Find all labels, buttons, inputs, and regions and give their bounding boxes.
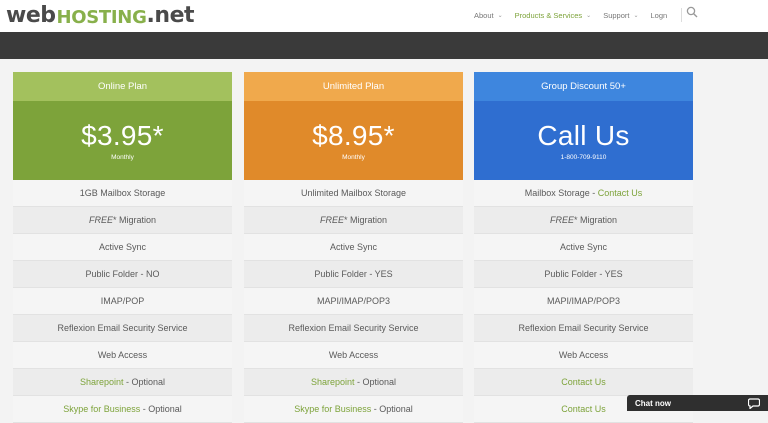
chat-now-button[interactable]: Chat now <box>627 395 768 411</box>
plan-price-box: $8.95* Monthly <box>244 101 463 180</box>
feature-skype: Skype for Business - Optional <box>244 396 463 423</box>
feature-reflexion: Reflexion Email Security Service <box>244 315 463 342</box>
feature-web-access: Web Access <box>13 342 232 369</box>
nav-login[interactable]: Logn <box>651 11 668 20</box>
plan-title: Group Discount 50+ <box>474 72 693 101</box>
logo[interactable]: web HOSTING .net <box>6 2 195 28</box>
nav-support[interactable]: Support ⌄ <box>603 11 638 20</box>
nav-divider <box>681 8 683 22</box>
chat-label: Chat now <box>635 398 671 408</box>
nav-label: Logn <box>650 10 668 20</box>
feature-reflexion: Reflexion Email Security Service <box>13 315 232 342</box>
feature-public-folder: Public Folder - NO <box>13 261 232 288</box>
feature-storage: 1GB Mailbox Storage <box>13 180 232 207</box>
skype-link[interactable]: Skype for Business <box>63 404 140 414</box>
feature-active-sync: Active Sync <box>474 234 693 261</box>
chat-bubble-icon <box>748 397 760 409</box>
chevron-down-icon: ⌄ <box>633 12 639 19</box>
feature-migration: FREE* Migration <box>244 207 463 234</box>
feature-active-sync: Active Sync <box>244 234 463 261</box>
feature-list: Mailbox Storage - Contact Us FREE* Migra… <box>474 180 693 423</box>
logo-web: web <box>6 3 56 28</box>
migration-text: * Migration <box>343 215 388 225</box>
optional-text: - Optional <box>354 377 397 387</box>
feature-web-access: Web Access <box>244 342 463 369</box>
plan-phone: 1-800-709-9110 <box>560 154 607 161</box>
chevron-down-icon: ⌄ <box>586 12 592 19</box>
sharepoint-link[interactable]: Sharepoint <box>80 377 124 387</box>
free-text: FREE <box>549 215 574 225</box>
plan-price-box: Call Us 1-800-709-9110 <box>474 101 693 180</box>
top-bar: web HOSTING .net About ⌄ Products & Servi… <box>0 0 768 32</box>
feature-sharepoint: Sharepoint - Optional <box>244 369 463 396</box>
plan-group-discount: Group Discount 50+ Call Us 1-800-709-911… <box>474 72 693 423</box>
plan-billing: Monthly <box>342 154 365 161</box>
plan-price: $8.95* <box>312 120 395 151</box>
feature-migration: FREE* Migration <box>474 207 693 234</box>
feature-public-folder: Public Folder - YES <box>474 261 693 288</box>
header-band <box>0 32 768 59</box>
contact-us-link[interactable]: Contact Us <box>561 404 606 414</box>
nav-label: Products & Services <box>514 10 583 20</box>
plan-unlimited: Unlimited Plan $8.95* Monthly Unlimited … <box>244 72 463 423</box>
feature-list: 1GB Mailbox Storage FREE* Migration Acti… <box>13 180 232 423</box>
logo-net: .net <box>146 3 195 28</box>
feature-list: Unlimited Mailbox Storage FREE* Migratio… <box>244 180 463 423</box>
plan-title: Unlimited Plan <box>244 72 463 101</box>
nav-label: Support <box>603 10 630 20</box>
feature-storage: Unlimited Mailbox Storage <box>244 180 463 207</box>
storage-text: Mailbox Storage - <box>524 188 598 198</box>
contact-us-link[interactable]: Contact Us <box>561 377 606 387</box>
free-text: FREE <box>319 215 344 225</box>
optional-text: - Optional <box>140 404 182 414</box>
nav-about[interactable]: About ⌄ <box>474 11 503 20</box>
chevron-down-icon: ⌄ <box>497 12 503 19</box>
feature-protocols: MAPI/IMAP/POP3 <box>474 288 693 315</box>
plan-billing: Monthly <box>111 154 134 161</box>
migration-text: * Migration <box>112 215 157 225</box>
migration-text: * Migration <box>573 215 618 225</box>
contact-us-link[interactable]: Contact Us <box>598 188 643 198</box>
nav-label: About <box>474 10 494 20</box>
feature-active-sync: Active Sync <box>13 234 232 261</box>
search-icon[interactable] <box>686 6 698 18</box>
plan-price: Call Us <box>537 120 630 151</box>
feature-public-folder: Public Folder - YES <box>244 261 463 288</box>
free-text: FREE <box>88 215 113 225</box>
optional-text: - Optional <box>123 377 166 387</box>
feature-skype: Skype for Business - Optional <box>13 396 232 423</box>
sharepoint-link[interactable]: Sharepoint <box>311 377 355 387</box>
skype-link[interactable]: Skype for Business <box>294 404 371 414</box>
main-nav: About ⌄ Products & Services ⌄ Support ⌄ Log… <box>474 8 690 22</box>
feature-sharepoint: Contact Us <box>474 369 693 396</box>
feature-web-access: Web Access <box>474 342 693 369</box>
nav-products-services[interactable]: Products & Services ⌄ <box>515 11 592 20</box>
feature-reflexion: Reflexion Email Security Service <box>474 315 693 342</box>
optional-text: - Optional <box>371 404 413 414</box>
plan-online: Online Plan $3.95* Monthly 1GB Mailbox S… <box>13 72 232 423</box>
feature-storage: Mailbox Storage - Contact Us <box>474 180 693 207</box>
plan-price: $3.95* <box>81 120 164 151</box>
plan-price-box: $3.95* Monthly <box>13 101 232 180</box>
plan-title: Online Plan <box>13 72 232 101</box>
feature-migration: FREE* Migration <box>13 207 232 234</box>
feature-protocols: IMAP/POP <box>13 288 232 315</box>
feature-protocols: MAPI/IMAP/POP3 <box>244 288 463 315</box>
logo-hosting: HOSTING <box>56 7 147 28</box>
feature-sharepoint: Sharepoint - Optional <box>13 369 232 396</box>
